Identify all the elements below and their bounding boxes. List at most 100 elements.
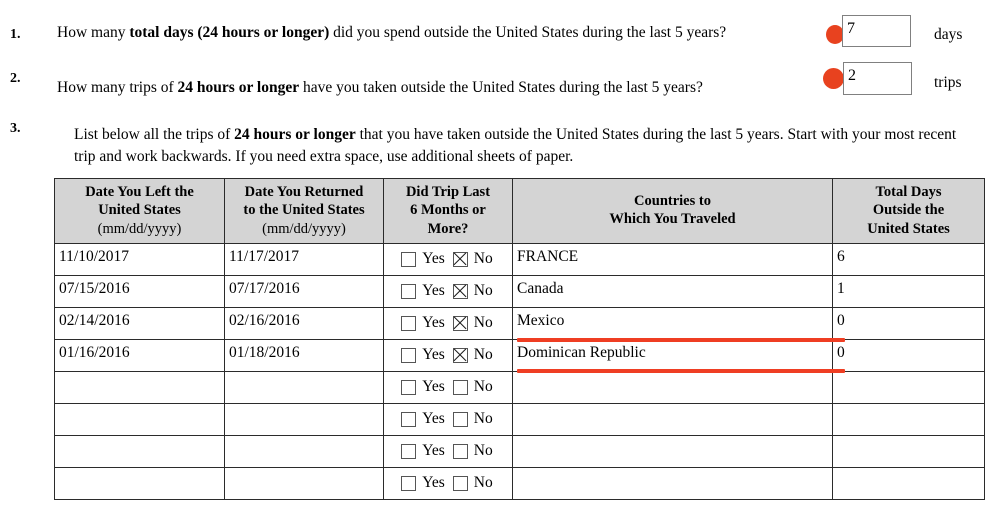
cell-total-days[interactable]: [832, 370, 985, 404]
cell-countries[interactable]: Canada: [512, 274, 833, 308]
cell-countries[interactable]: [512, 466, 833, 500]
trips-table-body: 11/10/2017 11/17/2017 Yes No FRANCE 6 07/15/20…: [54, 242, 985, 500]
cell-date-left-value: 07/15/2016: [59, 279, 130, 297]
question-3-number: 3.: [10, 121, 21, 136]
cell-date-left[interactable]: [54, 370, 225, 404]
checkbox-yes-label: Yes: [422, 378, 445, 396]
checkbox-yes[interactable]: [401, 251, 417, 267]
column-header-date-returned-line1: Date You Returned: [244, 184, 364, 200]
question-3-line1-after: that you have taken outside the United S…: [355, 126, 849, 143]
cell-date-left-value: [55, 404, 224, 406]
cursor-marker-question-2: [823, 68, 844, 89]
question-1-text-before: How many: [57, 24, 130, 41]
cell-countries[interactable]: FRANCE: [512, 242, 833, 276]
checkbox-no[interactable]: [452, 347, 468, 363]
column-header-six-months: Did Trip Last 6 Months or More?: [383, 178, 513, 244]
column-header-date-left-line3: (mm/dd/yyyy): [97, 220, 182, 237]
question-2-answer-field[interactable]: 2: [843, 62, 912, 95]
cell-total-days-value: [833, 436, 984, 438]
column-header-six-months-line1: Did Trip Last: [405, 184, 491, 200]
cell-date-returned-value: 07/17/2016: [229, 279, 300, 297]
cell-date-left[interactable]: 02/14/2016: [54, 306, 225, 340]
cell-countries[interactable]: [512, 370, 833, 404]
table-row: Yes No: [54, 434, 985, 468]
cell-six-months: Yes No: [383, 370, 513, 404]
cell-countries[interactable]: [512, 402, 833, 436]
cell-date-left[interactable]: [54, 466, 225, 500]
cell-date-left[interactable]: [54, 402, 225, 436]
cell-date-returned[interactable]: 07/17/2016: [224, 274, 384, 308]
cell-total-days[interactable]: 0: [832, 338, 985, 372]
checkbox-yes[interactable]: [401, 347, 417, 363]
cell-date-returned[interactable]: 02/16/2016: [224, 306, 384, 340]
cell-total-days[interactable]: [832, 434, 985, 468]
table-row: 11/10/2017 11/17/2017 Yes No FRANCE 6: [54, 242, 985, 276]
checkbox-yes[interactable]: [401, 411, 417, 427]
cell-six-months: Yes No: [383, 466, 513, 500]
cell-date-left[interactable]: [54, 434, 225, 468]
checkbox-no[interactable]: [452, 251, 468, 267]
cell-date-returned[interactable]: [224, 466, 384, 500]
column-header-date-left-line1: Date You Left the: [85, 184, 194, 200]
checkbox-yes[interactable]: [401, 475, 417, 491]
checkbox-no[interactable]: [452, 379, 468, 395]
cell-date-returned[interactable]: [224, 370, 384, 404]
cell-date-returned[interactable]: [224, 402, 384, 436]
checkbox-yes[interactable]: [401, 315, 417, 331]
checkbox-no-label: No: [473, 346, 493, 364]
trips-table: Date You Left the United States (mm/dd/y…: [54, 178, 985, 500]
question-1-answer-field[interactable]: 7: [842, 15, 911, 47]
cell-six-months: Yes No: [383, 274, 513, 308]
checkbox-no-label: No: [473, 282, 493, 300]
question-2-unit-label: trips: [934, 74, 962, 91]
cell-total-days[interactable]: [832, 466, 985, 500]
checkbox-yes-label: Yes: [422, 442, 445, 460]
cell-countries-value: Canada: [517, 279, 564, 297]
column-header-date-left: Date You Left the United States (mm/dd/y…: [54, 178, 225, 244]
cell-six-months: Yes No: [383, 402, 513, 436]
cell-date-left[interactable]: 07/15/2016: [54, 274, 225, 308]
checkbox-yes[interactable]: [401, 379, 417, 395]
column-header-date-returned-line3: (mm/dd/yyyy): [262, 220, 346, 237]
cell-date-returned-value: [225, 404, 383, 406]
cell-date-returned-value: [225, 468, 383, 470]
cell-date-returned[interactable]: [224, 434, 384, 468]
checkbox-no[interactable]: [452, 283, 468, 299]
checkbox-yes-label: Yes: [422, 314, 445, 332]
cell-date-left-value: [55, 468, 224, 470]
cell-date-left-value: 02/14/2016: [59, 311, 130, 329]
cell-date-left[interactable]: 01/16/2016: [54, 338, 225, 372]
cell-countries[interactable]: Dominican Republic: [512, 338, 833, 372]
cell-six-months: Yes No: [383, 434, 513, 468]
cell-total-days[interactable]: 6: [832, 242, 985, 276]
column-header-total-days-line2: Outside the: [872, 202, 945, 219]
table-row: Yes No: [54, 402, 985, 436]
checkbox-yes[interactable]: [401, 283, 417, 299]
question-2-answer-value: 2: [848, 67, 856, 84]
table-row: 01/16/2016 01/18/2016 Yes No Dominican Repub…: [54, 338, 985, 372]
checkbox-no-label: No: [473, 410, 493, 428]
cell-date-returned[interactable]: 01/18/2016: [224, 338, 384, 372]
checkbox-no[interactable]: [452, 475, 468, 491]
cell-total-days[interactable]: 1: [832, 274, 985, 308]
cell-date-returned[interactable]: 11/17/2017: [224, 242, 384, 276]
cell-total-days-value: [833, 404, 984, 406]
cell-total-days[interactable]: [832, 402, 985, 436]
cell-countries[interactable]: [512, 434, 833, 468]
cell-total-days-value: 6: [837, 247, 845, 265]
checkbox-no[interactable]: [452, 411, 468, 427]
cell-total-days[interactable]: 0: [832, 306, 985, 340]
table-row: 07/15/2016 07/17/2016 Yes No Canada 1: [54, 274, 985, 308]
cell-six-months: Yes No: [383, 306, 513, 340]
cell-countries[interactable]: Mexico: [512, 306, 833, 340]
checkbox-no-label: No: [473, 474, 493, 492]
checkbox-yes[interactable]: [401, 443, 417, 459]
cell-date-returned-value: 02/16/2016: [229, 311, 300, 329]
cell-date-left[interactable]: 11/10/2017: [54, 242, 225, 276]
column-header-countries: Countries to Which You Traveled: [512, 178, 833, 244]
column-header-date-returned: Date You Returned to the United States (…: [224, 178, 384, 244]
checkbox-no[interactable]: [452, 315, 468, 331]
cell-date-left-value: 01/16/2016: [59, 343, 130, 361]
checkbox-no[interactable]: [452, 443, 468, 459]
checkbox-yes-label: Yes: [422, 474, 445, 492]
